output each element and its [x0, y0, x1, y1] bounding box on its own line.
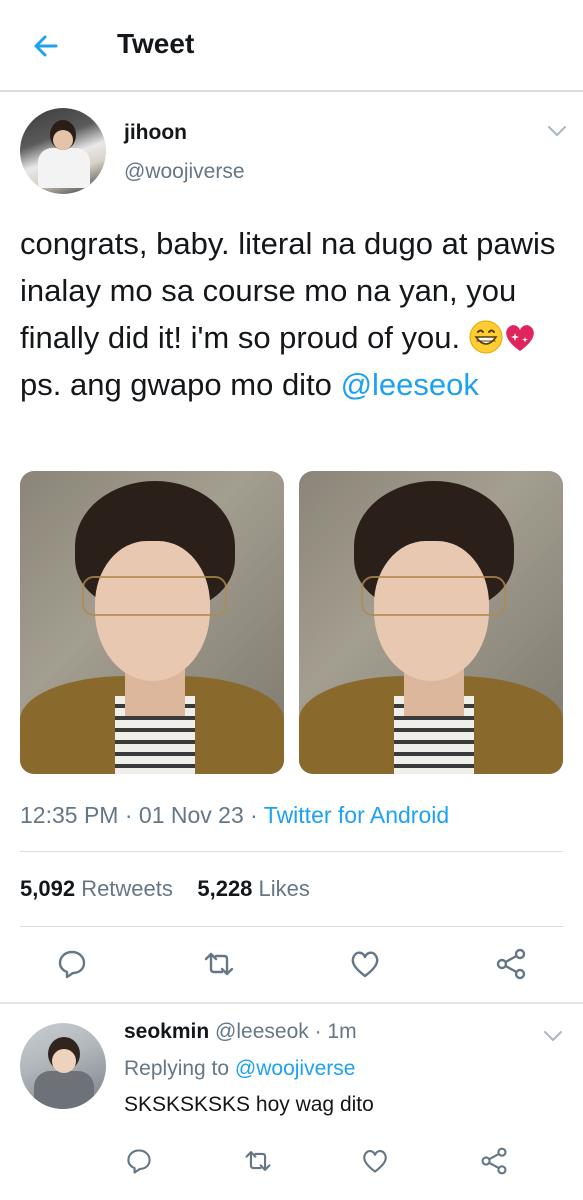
mention-link[interactable]: @leeseok	[341, 367, 479, 402]
divider	[20, 851, 563, 852]
likes-label: Likes	[258, 876, 310, 901]
retweet-icon[interactable]	[243, 1146, 273, 1176]
tweet-date: 01 Nov 23	[138, 802, 244, 828]
reply-author-avatar[interactable]	[20, 1023, 106, 1109]
replying-to-handle[interactable]: @woojiverse	[235, 1057, 356, 1080]
tweet-timestamp: 12:35 PM · 01 Nov 23 · Twitter for Andro…	[20, 802, 450, 828]
author-handle[interactable]: @woojiverse	[124, 160, 245, 184]
reply-icon[interactable]	[124, 1146, 154, 1176]
author-name[interactable]: jihoon	[124, 121, 187, 145]
section-divider	[0, 1002, 583, 1004]
arrow-left-icon[interactable]	[30, 30, 62, 62]
share-icon[interactable]	[479, 1146, 509, 1176]
reply-text: SKSKSKSKS hoy wag dito	[124, 1093, 374, 1116]
page-title: Tweet	[117, 28, 195, 59]
reply-header: seokmin @leeseok · 1m	[124, 1020, 357, 1043]
like-heart-icon[interactable]	[348, 947, 382, 981]
tweet-stats: 5,092 Retweets 5,228 Likes	[20, 876, 310, 902]
tweet-photo-2[interactable]	[299, 471, 563, 774]
like-heart-icon[interactable]	[360, 1146, 390, 1176]
author-avatar[interactable]	[20, 108, 106, 194]
sparkling-heart-icon	[505, 325, 534, 351]
share-icon[interactable]	[494, 947, 528, 981]
likes-stat[interactable]: 5,228 Likes	[197, 876, 310, 901]
reply-icon[interactable]	[55, 947, 89, 981]
reply-author-handle[interactable]: @leeseok	[215, 1020, 309, 1043]
replying-to: Replying to @woojiverse	[124, 1057, 355, 1081]
tweet-text-postscript: ps. ang gwapo mo dito	[20, 367, 332, 402]
tweet-source-link[interactable]: Twitter for Android	[264, 802, 449, 828]
replying-to-label: Replying to	[124, 1057, 230, 1080]
reply-author-name[interactable]: seokmin	[124, 1020, 209, 1043]
tweet-time: 12:35 PM	[20, 802, 119, 828]
retweets-label: Retweets	[81, 876, 173, 901]
tweet-photo-1[interactable]	[20, 471, 284, 774]
reply-time: 1m	[327, 1020, 357, 1043]
retweets-count: 5,092	[20, 876, 76, 901]
grinning-face-icon	[469, 320, 503, 354]
tweet-text: congrats, baby. literal na dugo at pawis…	[20, 220, 565, 408]
retweet-icon[interactable]	[202, 947, 236, 981]
chevron-down-icon[interactable]	[543, 1029, 563, 1043]
retweets-stat[interactable]: 5,092 Retweets	[20, 876, 173, 901]
top-app-bar: Tweet	[0, 0, 583, 92]
chevron-down-icon[interactable]	[547, 124, 567, 138]
divider	[20, 926, 563, 927]
likes-count: 5,228	[197, 876, 253, 901]
